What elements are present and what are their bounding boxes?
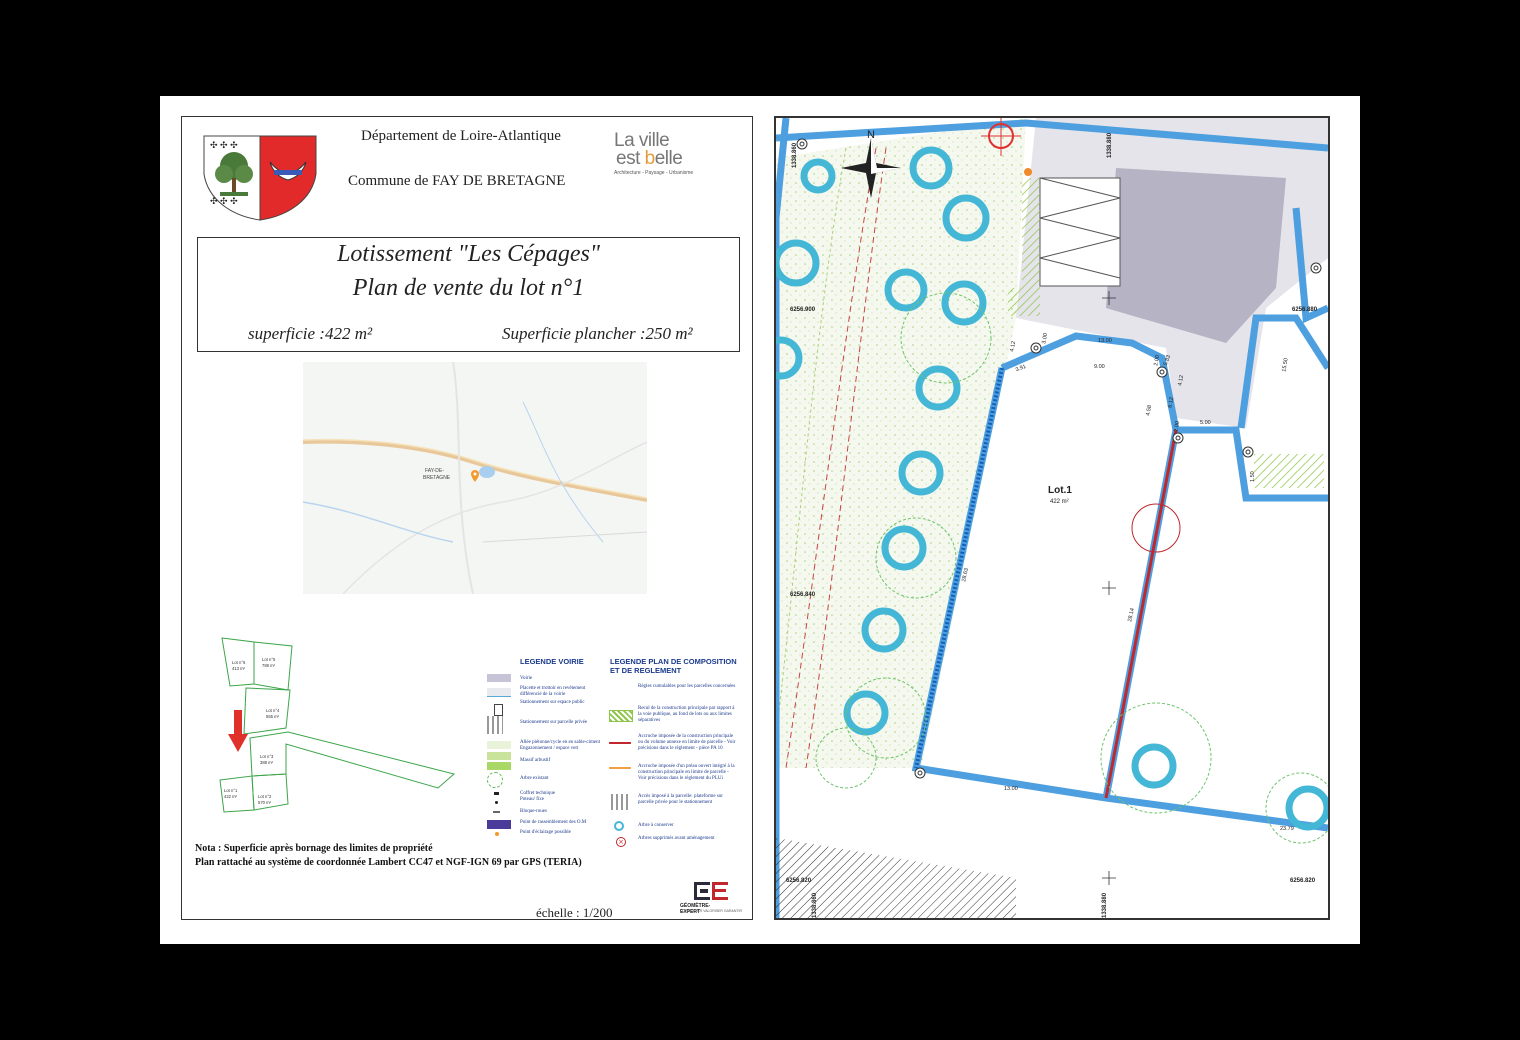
mini-lot-5-area: 788 m² (262, 663, 276, 668)
mini-lot-4-label: Lot n°4 (266, 708, 280, 713)
legend-composition: LEGENDE PLAN DE COMPOSITION ET DE REGLEM… (610, 657, 737, 675)
map-town-label-2: BRETAGNE (423, 475, 451, 481)
dim-label: 23.79 (1280, 826, 1294, 832)
surveyor-logo-icon (694, 882, 728, 900)
mini-lot-2-area: 570 m² (258, 800, 272, 805)
lot-overview-plan: Lot n°6 413 m² Lot n°5 788 m² Lot n°4 55… (219, 637, 456, 813)
legend-voirie-title: LEGENDE VOIRIE (520, 657, 584, 666)
legend-composition-item: Accroche imposée d'un préau ouvert intég… (638, 764, 735, 781)
legend-composition-title-2: ET DE REGLEMENT (610, 666, 682, 675)
mini-lot-6-label: Lot n°6 (232, 660, 246, 665)
dim-label: 1.50 (1250, 471, 1256, 482)
mini-lot-4-area: 555 m² (266, 714, 280, 719)
coord-label: 6256.900 (790, 307, 816, 313)
floor-area: Superficie plancher :250 m² (502, 324, 693, 343)
page-subtitle: Plan de vente du lot n°1 (352, 275, 585, 301)
mini-lot-5-label: Lot n°5 (262, 657, 276, 662)
dim-label: 5.00 (1200, 420, 1211, 426)
commune-label: Commune de FAY DE BRETAGNE (348, 173, 566, 189)
legend-composition-item: Arbres supprimés avant aménagement (638, 836, 715, 841)
legend-voirie-item: Voirie (520, 676, 533, 681)
mini-lot-6-area: 413 m² (232, 666, 246, 671)
swatch-stationnement-public (494, 704, 503, 716)
swatch-placette (487, 688, 511, 697)
legend-composition-item: Recul de la construction principale par … (638, 706, 735, 723)
dim-label: 4.12 (1009, 341, 1017, 353)
coord-label: 6256.880 (1292, 307, 1318, 313)
dim-label: 28.14 (1127, 608, 1136, 623)
setback-strip (1022, 178, 1040, 288)
dim-label: 3.00 (1041, 333, 1049, 345)
swatch-massif (487, 762, 511, 770)
swatch-eclairage-icon (495, 832, 499, 836)
swatch-arbre-conserver-icon (614, 821, 624, 831)
map-town-label-1: FAY-DE- (425, 468, 444, 474)
legend-voirie-item: Stationnement sur espace public (520, 700, 585, 705)
mini-lot-2-label: Lot n°2 (258, 794, 272, 799)
nota-line: Nota : Superficie après bornage des limi… (195, 843, 433, 854)
legend-composition-item: Arbre à conserver (638, 823, 674, 828)
brand-tagline: Architecture - Paysage - Urbanisme (614, 170, 694, 176)
svg-text:✣ ✣ ✣: ✣ ✣ ✣ (210, 140, 238, 150)
legend-composition-title-1: LEGENDE PLAN DE COMPOSITION (610, 657, 737, 666)
dim-label: 4.58 (1145, 405, 1153, 417)
legend-voirie-item: Engazonnement / espace vert (520, 746, 579, 751)
coord-label: 1338.880 (1107, 132, 1113, 158)
setback-strip (1254, 454, 1324, 488)
mini-lot-1-area: 422 m² (224, 794, 238, 799)
lot-area: superficie :422 m² (248, 324, 373, 343)
legend-voirie-item: Arbre existant (520, 776, 549, 781)
swatch-arbre-existant-icon (487, 772, 503, 788)
legend-voirie-item: Placette et trottoir en revêtement diffé… (520, 686, 586, 697)
legend-composition-item: Accès imposé à la parcelle: plateforme s… (638, 794, 723, 805)
mini-lot-3-label: Lot n°3 (260, 754, 274, 759)
swatch-stationnement-prive (487, 716, 503, 734)
brand-line-2: est belle (616, 148, 683, 169)
legend-composition-item: Règles cumulables pour les parcelles con… (638, 684, 736, 689)
swatch-bloque-roues-icon (493, 811, 500, 813)
accroche-line (1104, 429, 1178, 799)
dim-label: 13.00 (1098, 338, 1112, 344)
coat-of-arms-icon: ✣ ✣ ✣ ✣ ✣ ✣ (203, 135, 317, 221)
legend-voirie: LEGENDE VOIRIE (520, 657, 584, 666)
swatch-coffret-icon (494, 792, 499, 795)
dim-label: 15.50 (1281, 358, 1289, 373)
lot-label: Lot.1 (1048, 485, 1072, 496)
swatch-om-point (487, 820, 511, 829)
swatch-recul (609, 710, 633, 722)
swatch-acces-impose (611, 794, 629, 810)
mini-lot-3-area: 388 m² (260, 760, 274, 765)
brand-logo: La ville est belle Architecture - Paysag… (614, 131, 694, 176)
legend-composition-item: Accroche imposée de la construction prin… (638, 734, 736, 751)
scale-label: échelle : 1/200 (536, 905, 613, 920)
swatch-voirie (487, 674, 511, 682)
parking-spaces (1039, 177, 1121, 287)
notes: Nota : Superficie après bornage des limi… (195, 842, 582, 870)
legend-voirie-item: Massif arbustif (520, 758, 551, 763)
swatch-engazonnement (487, 752, 511, 760)
coord-label: 6256.820 (1290, 878, 1316, 884)
dim-label: 9.00 (1094, 364, 1105, 370)
swatch-arbre-supprime-icon: × (616, 837, 626, 847)
swatch-poteau-icon (495, 801, 498, 804)
swatch-allee (487, 741, 511, 749)
svg-text:✣ ✣ ✣: ✣ ✣ ✣ (210, 196, 238, 206)
surveyor-subtitle: CONSEILLER VALORISER GARANTIR (680, 909, 742, 913)
location-map: FAY-DE- BRETAGNE (303, 362, 647, 594)
coord-label: 6256.820 (786, 878, 812, 884)
cadastral-plan: N Lot.1 422 m² 1338.860 1338.880 6256.90… (774, 116, 1330, 920)
legend-voirie-item: Point d'éclairage possible (520, 830, 571, 835)
dim-label: 13.00 (1004, 786, 1018, 792)
north-label: N (867, 129, 875, 141)
coord-label: 6256.840 (790, 592, 816, 598)
title-box: Lotissement "Les Cépages" Plan de vente … (197, 237, 740, 352)
lot-area-label: 422 m² (1050, 499, 1069, 505)
coord-label: 1338.880 (1102, 892, 1108, 918)
coord-label: 1338.860 (812, 892, 818, 918)
mini-lot-1-label: Lot n°1 (224, 788, 238, 793)
department-label: Département de Loire-Atlantique (361, 128, 561, 144)
page-title: Lotissement "Les Cépages" (337, 241, 600, 267)
coordinate-system-line: Plan rattaché au système de coordonnée L… (195, 857, 582, 868)
